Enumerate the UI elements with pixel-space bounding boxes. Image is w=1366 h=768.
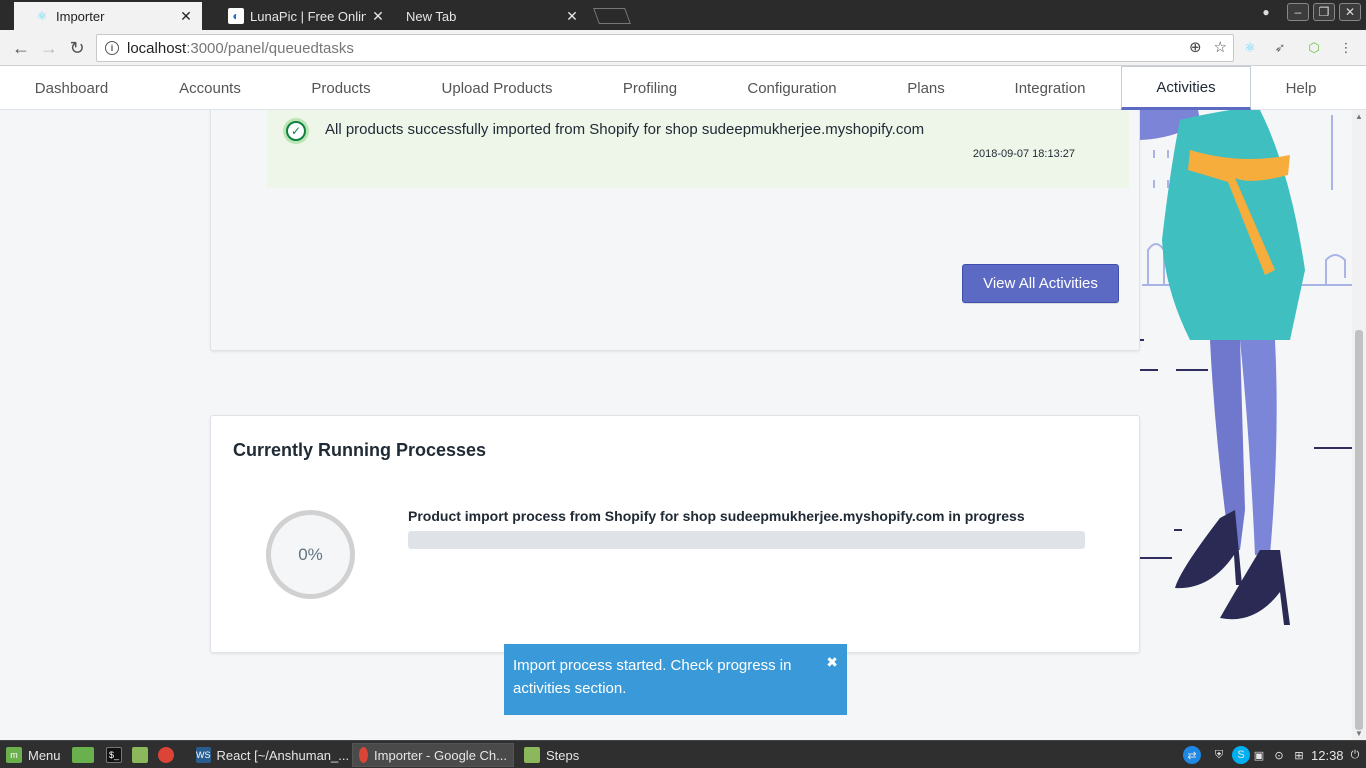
process-label: Product import process from Shopify for … (408, 508, 1025, 524)
scrollbar-thumb[interactable] (1355, 330, 1363, 730)
page-scrollbar[interactable]: ▲ ▼ (1352, 110, 1366, 740)
update-icon[interactable]: ⊙ (1270, 746, 1288, 764)
lunapic-icon: ◐ (228, 8, 244, 24)
maximize-button[interactable]: ❐ (1313, 3, 1335, 21)
reload-icon[interactable]: ↻ (65, 36, 89, 60)
site-info-icon[interactable]: i (105, 41, 119, 55)
nav-item-help[interactable]: Help (1251, 66, 1351, 110)
tab-title: New Tab (406, 8, 457, 24)
progress-bar (408, 531, 1085, 549)
nav-item-activities[interactable]: Activities (1121, 66, 1251, 110)
chrome-menu-icon[interactable]: ⋮ (1337, 39, 1355, 57)
terminal-icon[interactable]: $_ (106, 741, 122, 768)
react-icon: ⚛ (36, 9, 48, 23)
shutdown-icon[interactable]: ⏻ (1346, 746, 1364, 764)
browser-toolbar: ← → ↻ i localhost :3000/panel/queuedtask… (0, 30, 1366, 66)
teamviewer-icon[interactable]: ⇄ (1183, 746, 1201, 764)
browser-tabstrip: ⚛ Importer ✕ ◐ LunaPic | Free Online Pho… (0, 0, 1366, 30)
start-menu-button[interactable]: m Menu (6, 741, 61, 768)
folder-icon (524, 747, 540, 763)
toast-message: Import process started. Check progress i… (513, 657, 792, 697)
activity-timestamp: 2018-09-07 18:13:27 (972, 148, 1075, 160)
activity-success-banner: ✓ All products successfully imported fro… (267, 110, 1129, 188)
files-icon[interactable] (132, 741, 148, 768)
network-icon[interactable]: ⊞ (1290, 746, 1308, 764)
skype-icon[interactable]: S (1232, 746, 1250, 764)
bookmark-star-icon[interactable]: ☆ (1214, 38, 1227, 56)
dress (1162, 110, 1305, 340)
close-tab-icon[interactable]: ✕ (370, 8, 386, 25)
nav-item-plans[interactable]: Plans (873, 66, 979, 110)
nav-item-integration[interactable]: Integration (979, 66, 1121, 110)
menu-label: Menu (28, 747, 61, 763)
address-bar[interactable]: i localhost :3000/panel/queuedtasks ⊕ ☆ (96, 34, 1234, 62)
app-navigation: Dashboard Accounts Products Upload Produ… (0, 66, 1366, 110)
react-devtools-icon[interactable]: ⚛ (1241, 39, 1259, 57)
toast-close-icon[interactable]: ✖ (826, 651, 838, 674)
browser-tab-lunapic[interactable]: ◐ LunaPic | Free Online Photo Editor ✕ (208, 2, 394, 30)
nodejs-icon[interactable]: ⬡ (1305, 39, 1323, 57)
progress-percent: 0% (298, 544, 323, 564)
clipboard-icon[interactable]: ▣ (1250, 746, 1268, 764)
os-taskbar: m Menu $_ WS React [~/Anshuman_... Impor… (0, 740, 1366, 768)
close-tab-icon[interactable]: ✕ (564, 8, 580, 25)
chrome-launcher-icon[interactable] (158, 741, 174, 768)
main-content: ✓ All products successfully imported fro… (0, 110, 1352, 740)
nav-item-dashboard[interactable]: Dashboard (0, 66, 143, 110)
view-all-activities-button[interactable]: View All Activities (962, 264, 1119, 303)
profile-icon[interactable]: ● (1255, 3, 1277, 21)
nav-item-products[interactable]: Products (277, 66, 405, 110)
recent-activities-card: ✓ All products successfully imported fro… (210, 110, 1140, 351)
taskbar-window-title: React [~/Anshuman_... (216, 747, 349, 763)
nav-item-upload-products[interactable]: Upload Products (405, 66, 589, 110)
woman-illustration (1140, 110, 1352, 625)
webstorm-icon: WS (196, 747, 211, 763)
show-desktop-icon[interactable] (72, 741, 94, 768)
nav-item-profiling[interactable]: Profiling (589, 66, 711, 110)
extension-icon[interactable]: ➶ (1271, 39, 1289, 57)
browser-tab-importer[interactable]: ⚛ Importer ✕ (14, 2, 202, 30)
close-tab-icon[interactable]: ✕ (178, 8, 194, 25)
taskbar-window-importer[interactable]: Importer - Google Ch... (352, 743, 514, 767)
new-tab-button[interactable] (593, 8, 631, 24)
shoe-front (1220, 550, 1290, 625)
toast-notification: Import process started. Check progress i… (504, 644, 847, 715)
success-check-icon: ✓ (283, 118, 309, 144)
scroll-down-arrow-icon[interactable]: ▼ (1355, 729, 1363, 738)
nav-item-configuration[interactable]: Configuration (711, 66, 873, 110)
progress-ring: 0% (266, 510, 355, 599)
mint-logo-icon: m (6, 747, 22, 763)
chrome-icon (359, 747, 369, 763)
running-processes-title: Currently Running Processes (233, 440, 487, 460)
browser-tab-newtab[interactable]: New Tab ✕ (398, 2, 588, 30)
close-window-button[interactable]: ✕ (1339, 3, 1361, 21)
clock[interactable]: 12:38 (1311, 741, 1344, 768)
forward-icon[interactable]: → (37, 36, 61, 60)
taskbar-window-title: Importer - Google Ch... (374, 747, 507, 763)
activity-message: All products successfully imported from … (325, 121, 925, 138)
taskbar-window-react[interactable]: WS React [~/Anshuman_... (190, 743, 348, 767)
back-icon[interactable]: ← (9, 36, 33, 60)
taskbar-window-steps[interactable]: Steps (518, 743, 618, 767)
zoom-icon[interactable]: ⊕ (1189, 38, 1202, 56)
shoe-back (1175, 510, 1242, 589)
minimize-button[interactable]: – (1287, 3, 1309, 21)
taskbar-window-title: Steps (546, 747, 580, 763)
url-path: :3000/panel/queuedtasks (186, 39, 354, 57)
url-host: localhost (127, 39, 187, 57)
tab-title: Importer (56, 8, 105, 24)
tab-title: LunaPic | Free Online Photo Editor (250, 8, 366, 24)
nav-item-accounts[interactable]: Accounts (143, 66, 277, 110)
running-processes-card: Currently Running Processes 0% Product i… (210, 415, 1140, 653)
scroll-up-arrow-icon[interactable]: ▲ (1355, 112, 1363, 121)
shield-icon[interactable]: ⛨ (1210, 746, 1228, 764)
leg-front (1240, 340, 1277, 555)
